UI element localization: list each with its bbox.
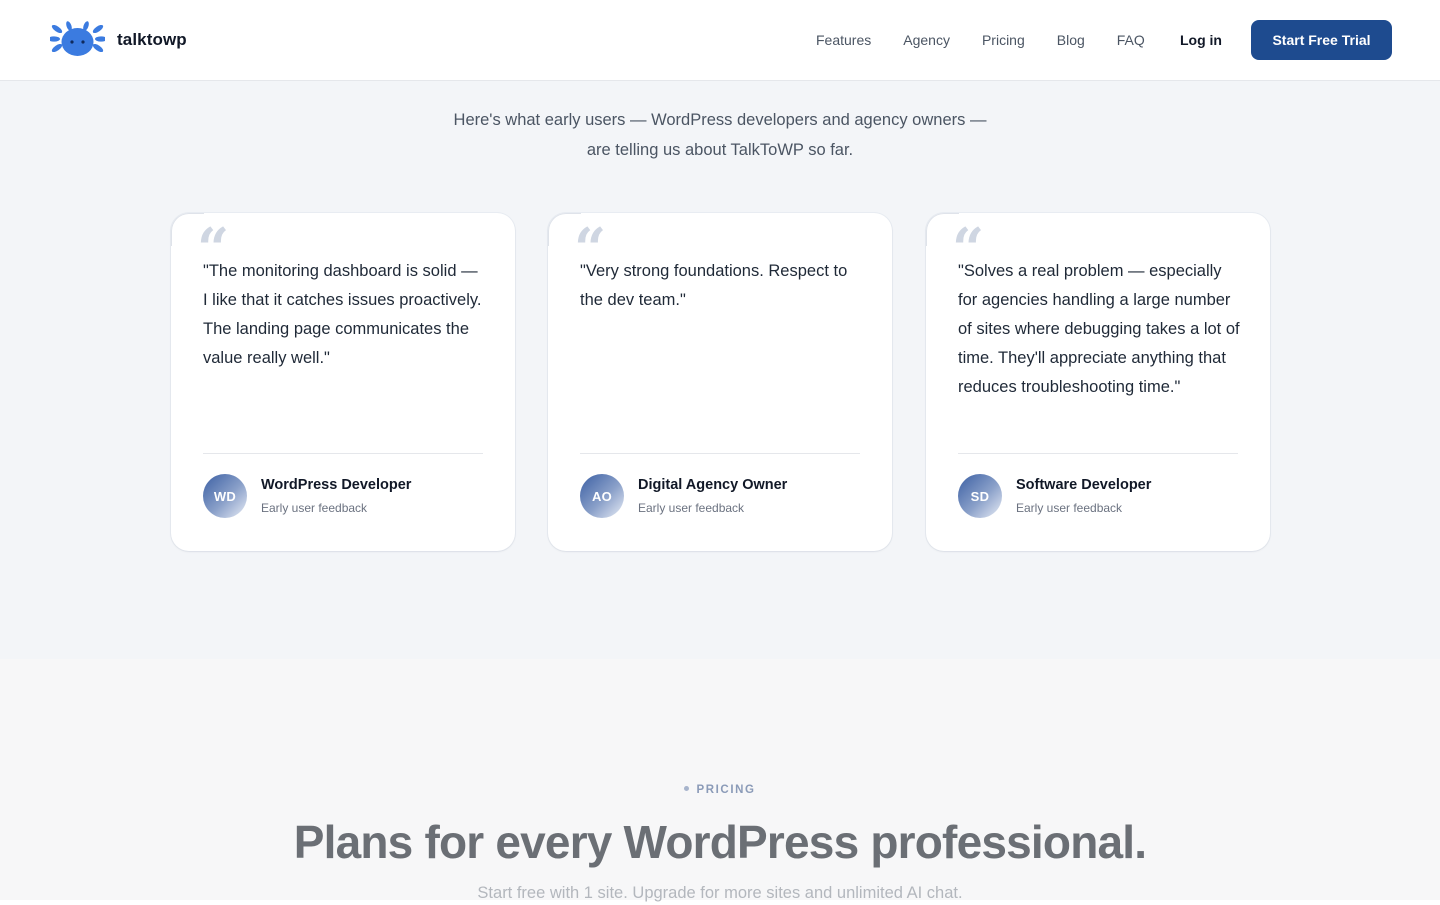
testimonial-card: “ "Solves a real problem — especially fo… xyxy=(926,213,1270,551)
subtitle-line-1: Here's what early users — WordPress deve… xyxy=(453,111,987,129)
author-source: Early user feedback xyxy=(638,501,745,515)
testimonial-quote: "Very strong foundations. Respect to the… xyxy=(580,262,848,309)
avatar: AO xyxy=(580,474,624,518)
card-divider xyxy=(958,453,1238,454)
author-name: Digital Agency Owner xyxy=(638,477,788,493)
testimonial-quote: "Solves a real problem — especially for … xyxy=(958,262,1240,396)
top-navbar: talktowp Features Agency Pricing Blog FA… xyxy=(0,0,1440,81)
pricing-eyebrow: PRICING xyxy=(0,784,1440,796)
card-divider xyxy=(203,453,483,454)
nav-link-blog[interactable]: Blog xyxy=(1057,31,1085,49)
author-name: Software Developer xyxy=(1016,477,1152,493)
nav-link-faq[interactable]: FAQ xyxy=(1117,31,1145,49)
testimonial-quote: "The monitoring dashboard is solid — I l… xyxy=(203,262,482,367)
subtitle-line-2: are telling us about TalkToWP so far. xyxy=(586,141,854,159)
start-free-trial-button[interactable]: Start Free Trial xyxy=(1251,20,1392,60)
dot-icon xyxy=(684,786,690,792)
nav-link-agency[interactable]: Agency xyxy=(903,31,950,49)
brand-name: talktowp xyxy=(117,30,187,49)
axolotl-logo-icon xyxy=(50,21,105,56)
card-divider xyxy=(580,453,860,454)
login-link[interactable]: Log in xyxy=(1180,31,1222,49)
nav-link-pricing[interactable]: Pricing xyxy=(982,31,1025,49)
testimonial-card: “ "Very strong foundations. Respect to t… xyxy=(548,213,892,551)
testimonials-subtitle: Here's what early users — WordPress deve… xyxy=(420,105,1020,165)
author-source: Early user feedback xyxy=(1016,501,1123,515)
testimonials-section: Here's what early users — WordPress deve… xyxy=(0,81,1440,659)
primary-nav: Features Agency Pricing Blog FAQ xyxy=(816,31,1177,49)
testimonial-card: “ "The monitoring dashboard is solid — I… xyxy=(171,213,515,551)
pricing-title: Plans for every WordPress professional. xyxy=(293,816,1147,868)
pricing-section: PRICING Plans for every WordPress profes… xyxy=(0,659,1440,902)
brand-logo[interactable]: talktowp xyxy=(50,20,187,60)
author-name: WordPress Developer xyxy=(261,477,412,493)
avatar: WD xyxy=(203,474,247,518)
avatar: SD xyxy=(958,474,1002,518)
author-source: Early user feedback xyxy=(261,501,368,515)
nav-link-features[interactable]: Features xyxy=(816,31,871,49)
pricing-subtitle: Start free with 1 site. Upgrade for more… xyxy=(477,884,963,902)
eyebrow-label: PRICING xyxy=(696,784,756,796)
